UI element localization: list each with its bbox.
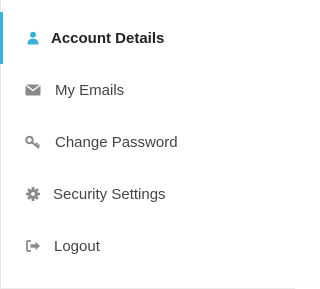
envelope-icon xyxy=(24,81,42,99)
menu-item-label: My Emails xyxy=(55,81,125,99)
menu-item-change-password[interactable]: Change Password xyxy=(0,116,295,168)
menu-item-security-settings[interactable]: Security Settings xyxy=(0,168,295,220)
menu-item-label: Change Password xyxy=(55,133,178,151)
menu-item-logout[interactable]: Logout xyxy=(0,220,295,272)
menu-item-account-details[interactable]: Account Details xyxy=(0,12,295,64)
key-icon xyxy=(24,133,42,151)
menu-item-label: Security Settings xyxy=(53,185,166,203)
menu-item-label: Logout xyxy=(54,237,100,255)
gear-icon xyxy=(24,185,42,203)
menu-item-my-emails[interactable]: My Emails xyxy=(0,64,295,116)
user-icon xyxy=(24,29,42,47)
account-sidebar-menu: Account Details My Emails Change Passwor… xyxy=(0,12,295,272)
sign-out-icon xyxy=(24,237,42,255)
menu-item-label: Account Details xyxy=(51,29,165,47)
